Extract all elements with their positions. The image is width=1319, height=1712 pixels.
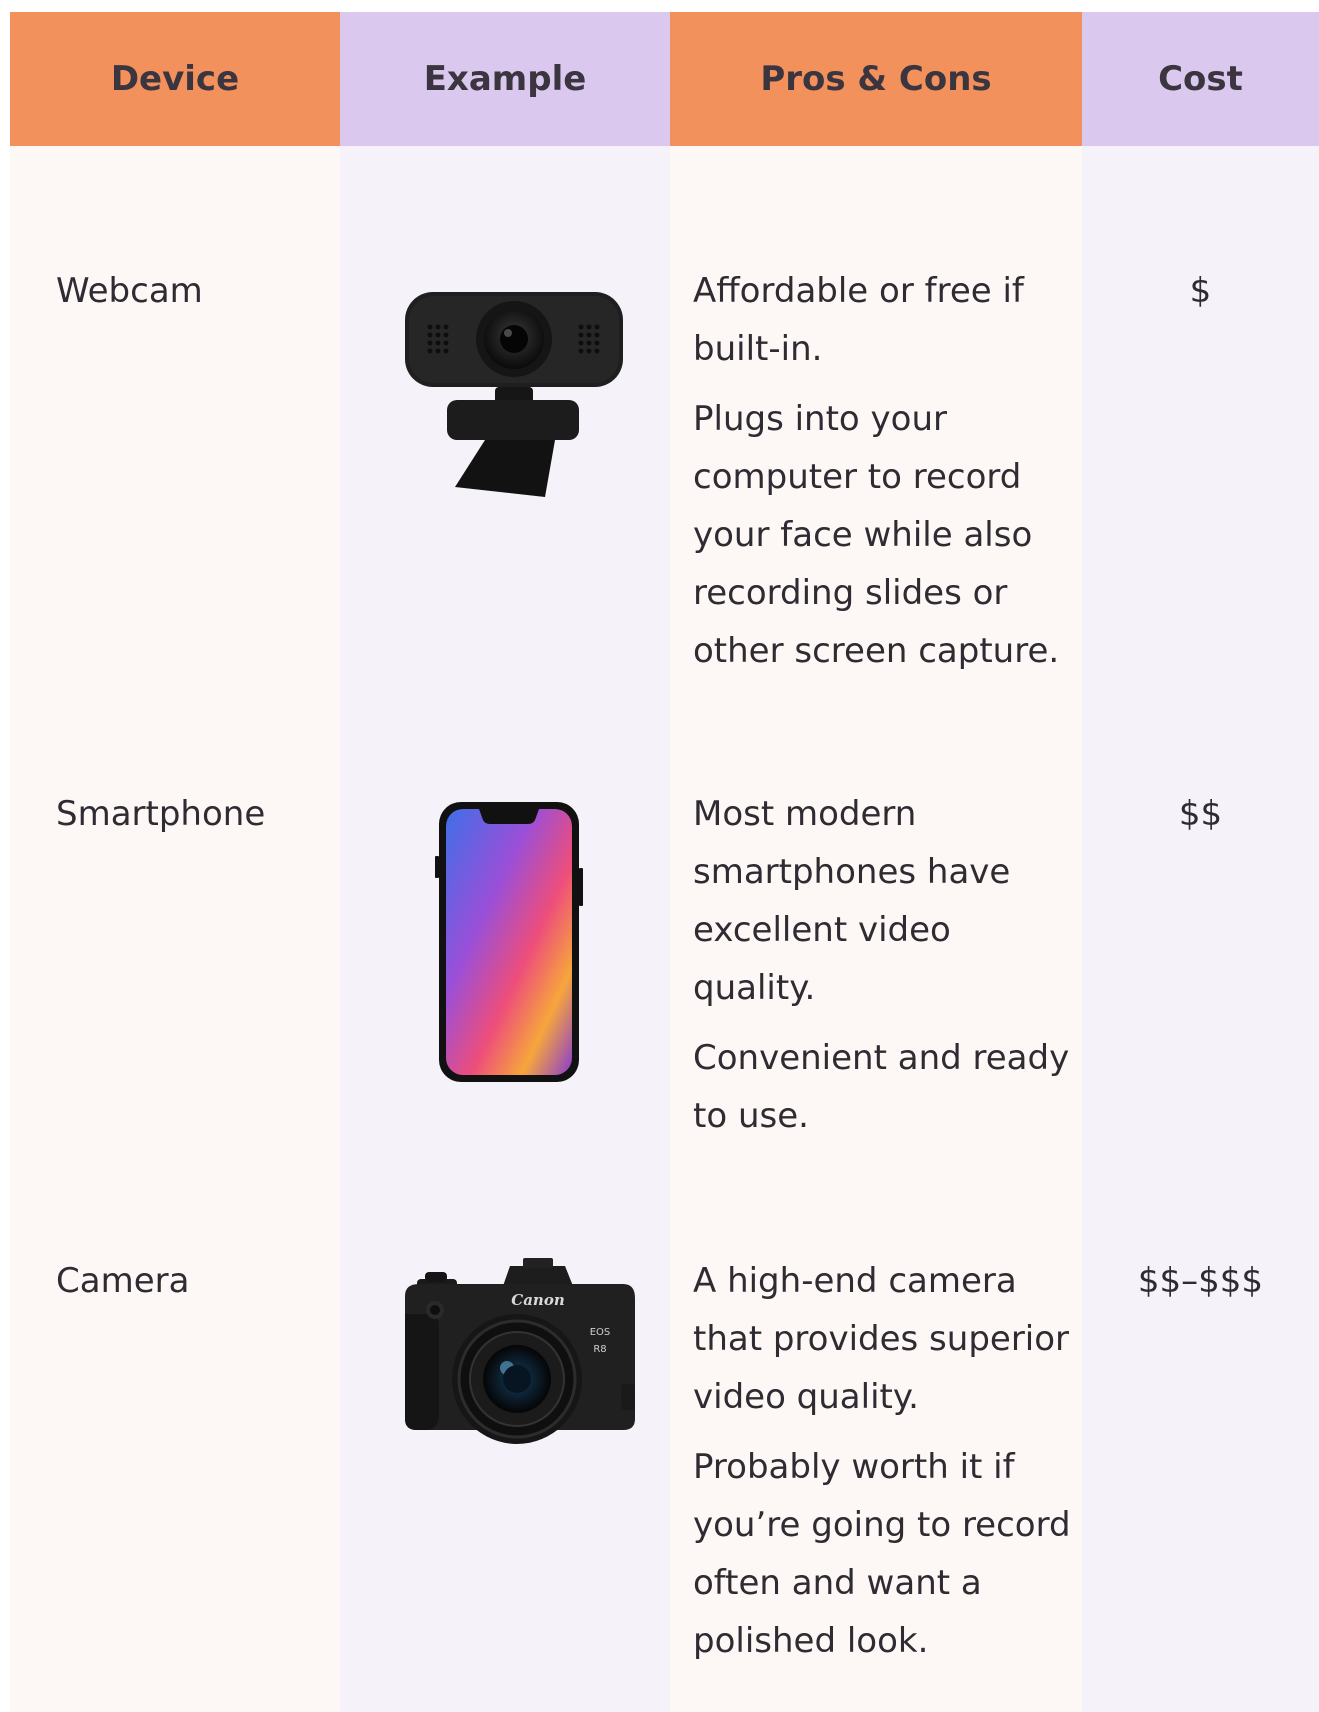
pro-smartphone-2: Convenient and ready to use. (693, 1038, 1070, 1136)
header-example: Example (340, 12, 670, 146)
pros-cons-smartphone: Most modern smartphones have excellent v… (693, 785, 1078, 1157)
camera-icon: Canon EOS R8 (395, 1254, 645, 1464)
camera-model-number: R8 (593, 1344, 606, 1355)
pro-smartphone-1: Most modern smartphones have excellent v… (693, 794, 1011, 1008)
header-device: Device (10, 12, 340, 146)
webcam-icon (395, 282, 635, 502)
pro-webcam-2: Plugs into your computer to record your … (693, 399, 1060, 671)
pros-cons-webcam: Affordable or free if built-in. Plugs in… (693, 262, 1078, 692)
camera-brand-label: Canon (511, 1291, 564, 1309)
pros-cons-camera: A high-end camera that provides superior… (693, 1252, 1078, 1682)
cost-smartphone: $$ (1178, 794, 1223, 834)
cost-camera: $$–$$$ (1137, 1261, 1264, 1301)
pro-camera-1: A high-end camera that provides superior… (693, 1261, 1070, 1417)
device-name-smartphone: Smartphone (56, 794, 266, 834)
device-name-webcam: Webcam (56, 271, 203, 311)
smartphone-icon (435, 796, 585, 1086)
camera-model-label: EOS (590, 1327, 611, 1338)
pro-camera-2: Probably worth it if you’re going to rec… (693, 1447, 1071, 1661)
header-cost: Cost (1082, 12, 1319, 146)
device-name-camera: Camera (56, 1261, 190, 1301)
pro-webcam-1: Affordable or free if built-in. (693, 271, 1024, 369)
cost-webcam: $ (1189, 271, 1212, 311)
comparison-table: Device Example Pros & Cons Cost Webcam A… (10, 12, 1319, 1712)
header-pros-cons: Pros & Cons (670, 12, 1082, 146)
